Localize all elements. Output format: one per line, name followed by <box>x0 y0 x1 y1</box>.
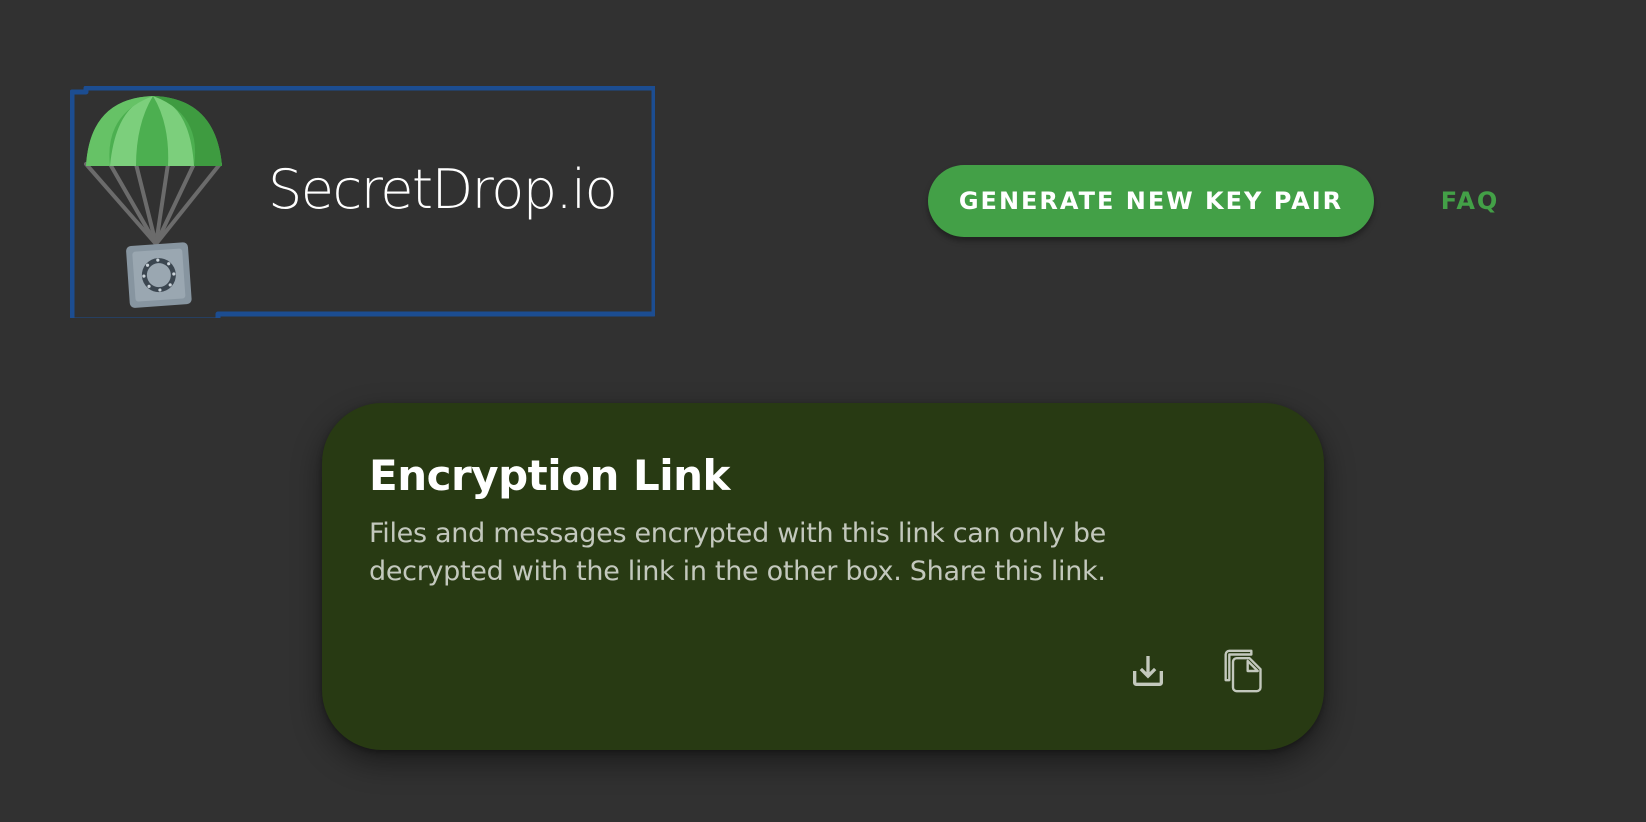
faq-link[interactable]: FAQ <box>1420 165 1520 237</box>
card-title: Encryption Link <box>369 451 730 500</box>
logo-text: SecretDrop.io <box>268 158 618 221</box>
generate-key-pair-button[interactable]: GENERATE NEW KEY PAIR <box>928 165 1374 237</box>
card-description: Files and messages encrypted with this l… <box>369 518 1106 587</box>
page: SecretDrop.io GENERATE NEW KEY PAIR FAQ … <box>0 0 1646 822</box>
encryption-link-card: Encryption Link Files and messages encry… <box>322 403 1324 750</box>
copy-button[interactable] <box>1216 643 1272 699</box>
download-icon <box>1133 656 1163 686</box>
copy-icon <box>1224 649 1262 693</box>
logo-home-link[interactable]: SecretDrop.io <box>70 86 655 318</box>
parachute-safe-icon <box>84 96 222 308</box>
download-button[interactable] <box>1120 643 1176 699</box>
